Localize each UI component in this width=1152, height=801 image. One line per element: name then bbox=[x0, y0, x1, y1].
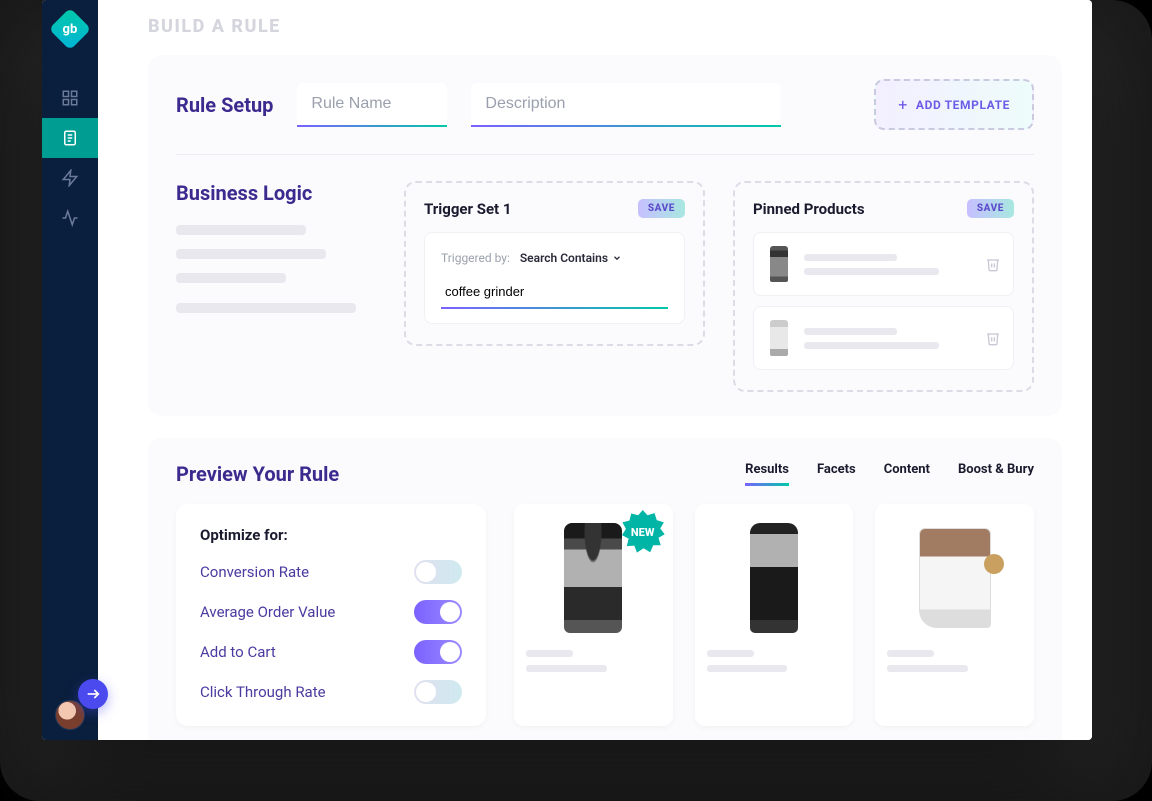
rule-setup-row: Rule Setup + ADD TEMPLATE bbox=[176, 79, 1034, 155]
nav-lightning[interactable] bbox=[42, 158, 98, 198]
logo: gb bbox=[49, 8, 91, 50]
activity-icon bbox=[61, 209, 79, 227]
tab-facets[interactable]: Facets bbox=[817, 462, 856, 486]
skeleton-line bbox=[707, 650, 754, 657]
pinned-products-title: Pinned Products bbox=[753, 200, 865, 218]
product-card[interactable] bbox=[875, 504, 1034, 726]
pinned-thumb bbox=[766, 243, 792, 285]
trigger-save-button[interactable]: SAVE bbox=[638, 199, 685, 218]
rule-name-input[interactable] bbox=[297, 83, 447, 127]
skeleton-line bbox=[707, 665, 788, 672]
trigger-value-input[interactable] bbox=[441, 276, 668, 309]
skeleton-line bbox=[176, 249, 326, 259]
optimize-label: Average Order Value bbox=[200, 603, 335, 621]
bolt-icon bbox=[61, 169, 79, 187]
nav-activity[interactable] bbox=[42, 198, 98, 238]
optimize-row-atc: Add to Cart bbox=[200, 640, 462, 664]
product-grid: NEW bbox=[514, 504, 1034, 726]
preview-tabs: Results Facets Content Boost & Bury bbox=[745, 462, 1034, 486]
toggle-add-to-cart[interactable] bbox=[414, 640, 462, 664]
page-title: BUILD A RULE bbox=[148, 16, 1062, 37]
avatar[interactable] bbox=[55, 700, 85, 730]
product-card[interactable] bbox=[695, 504, 854, 726]
tab-content[interactable]: Content bbox=[884, 462, 930, 486]
skeleton-line bbox=[176, 273, 286, 283]
toggle-average-order-value[interactable] bbox=[414, 600, 462, 624]
rule-setup-label: Rule Setup bbox=[176, 93, 273, 117]
preview-label: Preview Your Rule bbox=[176, 462, 339, 486]
skeleton-line bbox=[176, 225, 306, 235]
optimize-label: Conversion Rate bbox=[200, 563, 309, 581]
grid-icon bbox=[61, 89, 79, 107]
add-template-button[interactable]: + ADD TEMPLATE bbox=[874, 79, 1034, 130]
optimize-row-ctr: Click Through Rate bbox=[200, 680, 462, 704]
product-image bbox=[887, 518, 1022, 638]
optimize-row-conversion: Conversion Rate bbox=[200, 560, 462, 584]
nav-rules[interactable] bbox=[42, 118, 98, 158]
nav-dashboard[interactable] bbox=[42, 78, 98, 118]
optimize-row-aov: Average Order Value bbox=[200, 600, 462, 624]
toggle-conversion-rate[interactable] bbox=[414, 560, 462, 584]
fab-next[interactable] bbox=[78, 679, 108, 709]
arrow-right-icon bbox=[85, 686, 101, 702]
trigger-mode-select[interactable]: Search Contains bbox=[520, 251, 622, 265]
optimize-label: Click Through Rate bbox=[200, 683, 326, 701]
pinned-item-text bbox=[804, 328, 973, 349]
pinned-item-text bbox=[804, 254, 973, 275]
trigger-set-title: Trigger Set 1 bbox=[424, 200, 511, 218]
add-template-label: ADD TEMPLATE bbox=[916, 98, 1010, 112]
pinned-save-button[interactable]: SAVE bbox=[967, 199, 1014, 218]
trash-icon[interactable] bbox=[985, 330, 1001, 346]
plus-icon: + bbox=[898, 95, 908, 114]
rule-setup-card: Rule Setup + ADD TEMPLATE Business Logic bbox=[148, 55, 1062, 416]
tab-results[interactable]: Results bbox=[745, 462, 789, 486]
logo-text: gb bbox=[63, 22, 78, 37]
trigger-mode-value: Search Contains bbox=[520, 251, 608, 265]
business-logic-row: Business Logic Trigger Set 1 SAVE Trigge… bbox=[176, 181, 1034, 392]
business-logic-col: Business Logic bbox=[176, 181, 376, 327]
app-window: gb BUILD A RULE Rule Setup + ADD TEMPLAT bbox=[42, 0, 1092, 740]
product-card[interactable]: NEW bbox=[514, 504, 673, 726]
skeleton-line bbox=[887, 650, 934, 657]
skeleton-line bbox=[176, 303, 356, 313]
trigger-inner-panel: Triggered by: Search Contains bbox=[424, 232, 685, 324]
pinned-item[interactable] bbox=[753, 306, 1014, 370]
trash-icon[interactable] bbox=[985, 256, 1001, 272]
trigger-set-panel: Trigger Set 1 SAVE Triggered by: Search … bbox=[404, 181, 705, 346]
sidebar: gb bbox=[42, 0, 98, 740]
description-input[interactable] bbox=[471, 83, 781, 127]
optimize-label: Add to Cart bbox=[200, 643, 276, 661]
optimize-title: Optimize for: bbox=[200, 526, 462, 544]
main-content: BUILD A RULE Rule Setup + ADD TEMPLATE B… bbox=[98, 0, 1092, 740]
toggle-click-through-rate[interactable] bbox=[414, 680, 462, 704]
business-logic-label: Business Logic bbox=[176, 181, 376, 205]
pinned-products-panel: Pinned Products SAVE bbox=[733, 181, 1034, 392]
pinned-item[interactable] bbox=[753, 232, 1014, 296]
optimize-panel: Optimize for: Conversion Rate Average Or… bbox=[176, 504, 486, 726]
triggered-by-label: Triggered by: bbox=[441, 251, 510, 265]
pinned-thumb bbox=[766, 317, 792, 359]
preview-card: Preview Your Rule Results Facets Content… bbox=[148, 438, 1062, 740]
clipboard-icon bbox=[61, 129, 79, 147]
skeleton-line bbox=[526, 650, 573, 657]
skeleton-line bbox=[887, 665, 968, 672]
skeleton-line bbox=[526, 665, 607, 672]
product-image bbox=[707, 518, 842, 638]
chevron-down-icon bbox=[612, 253, 622, 263]
tab-boost-bury[interactable]: Boost & Bury bbox=[958, 462, 1034, 486]
